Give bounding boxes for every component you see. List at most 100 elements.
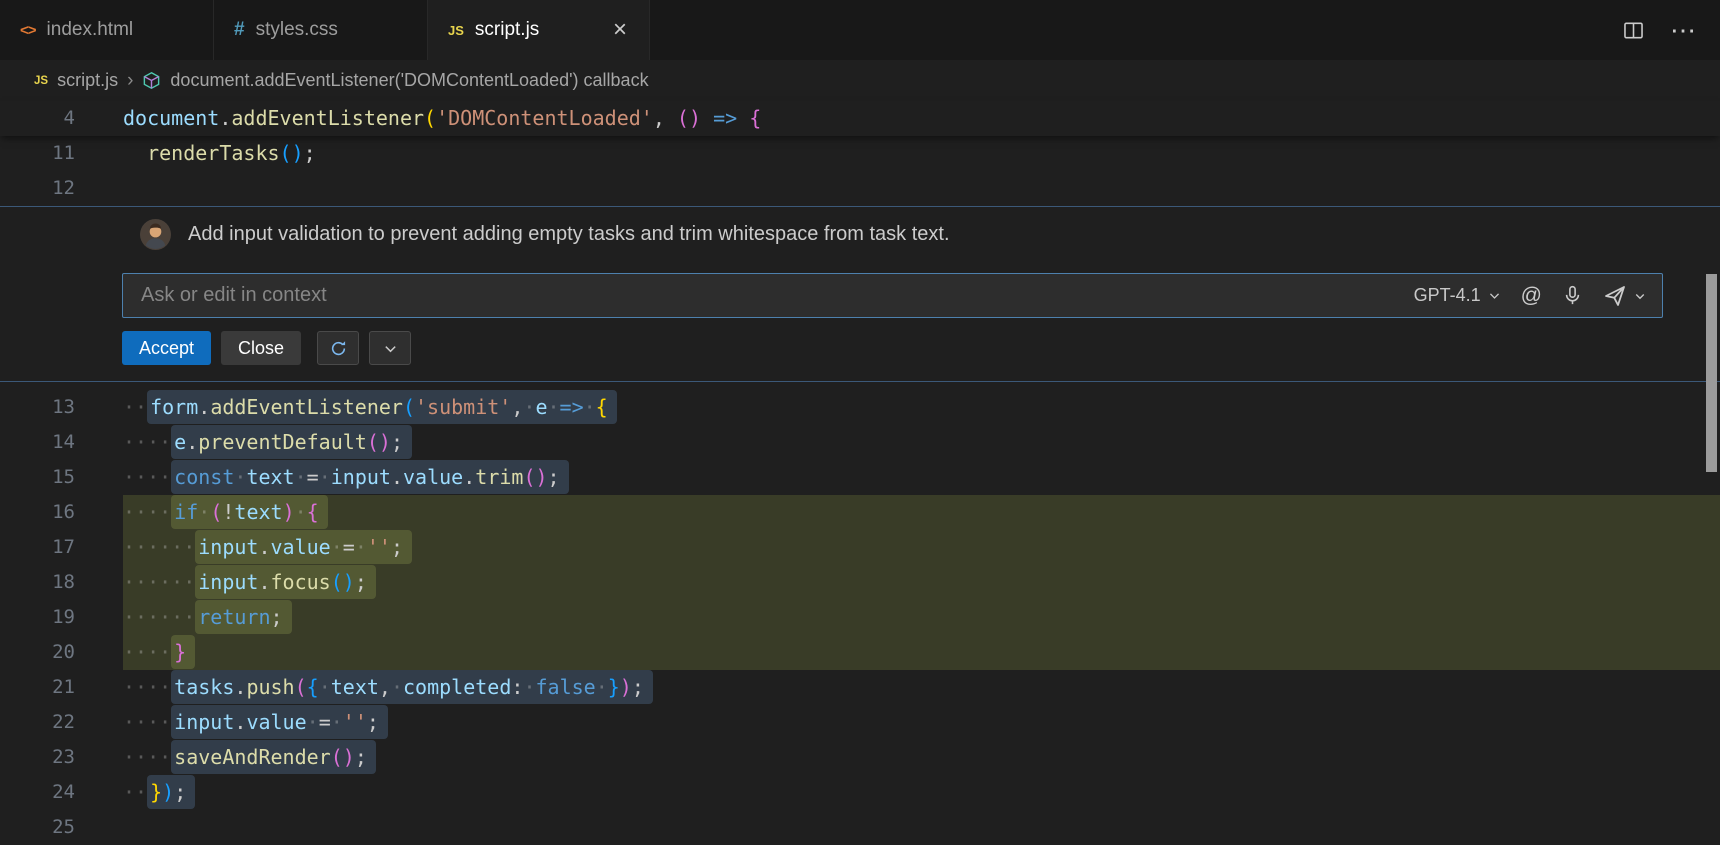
tab-label: script.js: [475, 19, 539, 41]
user-avatar: [140, 219, 171, 250]
close-button[interactable]: Close: [221, 331, 301, 365]
code-line-4[interactable]: 4document.addEventListener('DOMContentLo…: [0, 101, 1720, 136]
code-line-text[interactable]: [123, 171, 1720, 206]
code-line-text[interactable]: document.addEventListener('DOMContentLoa…: [123, 101, 1720, 136]
line-number: 25: [0, 810, 123, 845]
code-line-15[interactable]: 15····const·text·=·input.value.trim();: [0, 460, 1720, 495]
code-line-text[interactable]: ····tasks.push({·text,·completed:·false·…: [123, 670, 1720, 705]
attach-context-button[interactable]: @: [1521, 284, 1542, 308]
split-editor-button[interactable]: [1623, 20, 1644, 41]
code-line-18[interactable]: 18······input.focus();: [0, 565, 1720, 600]
breadcrumb: JS script.js › document.addEventListener…: [0, 60, 1720, 101]
js-file-icon: JS: [448, 23, 464, 38]
close-tab-icon[interactable]: ×: [611, 18, 629, 42]
code-line-text[interactable]: ······return;: [123, 600, 1720, 635]
rerun-request-button[interactable]: [317, 331, 359, 365]
code-line-text[interactable]: ····e.preventDefault();: [123, 425, 1720, 460]
code-line-16[interactable]: 16····if·(!text)·{: [0, 495, 1720, 530]
code-line-19[interactable]: 19······return;: [0, 600, 1720, 635]
chevron-right-icon: ›: [127, 70, 133, 92]
line-number: 12: [0, 171, 123, 206]
code-line-text[interactable]: ······input.focus();: [123, 565, 1720, 600]
code-region-top: 11 renderTasks();12: [0, 136, 1720, 206]
chat-action-buttons: Accept Close: [122, 331, 1720, 365]
chevron-down-icon: [383, 341, 398, 356]
chat-input-actions: GPT-4.1 @: [1414, 284, 1646, 308]
line-number: 24: [0, 775, 123, 810]
code-line-23[interactable]: 23····saveAndRender();: [0, 740, 1720, 775]
js-file-icon: JS: [34, 75, 48, 87]
line-number: 14: [0, 425, 123, 460]
code-line-text[interactable]: ··});: [123, 775, 1720, 810]
code-line-17[interactable]: 17······input.value·=·'';: [0, 530, 1720, 565]
html-file-icon: <>: [20, 22, 36, 39]
code-line-24[interactable]: 24··});: [0, 775, 1720, 810]
tab-label: index.html: [47, 19, 134, 41]
code-line-text[interactable]: ····input.value·=·'';: [123, 705, 1720, 740]
vscode-window: <> index.html # styles.css JS script.js …: [0, 0, 1720, 831]
code-region-bottom: 13··form.addEventListener('submit',·e·=>…: [0, 382, 1720, 845]
chat-input[interactable]: [139, 283, 1400, 308]
split-editor-icon: [1623, 20, 1644, 41]
tab-label: styles.css: [256, 19, 338, 41]
breadcrumb-symbol[interactable]: document.addEventListener('DOMContentLoa…: [170, 70, 648, 91]
code-line-text[interactable]: renderTasks();: [123, 136, 1720, 171]
symbol-cube-icon: [142, 71, 161, 90]
microphone-button[interactable]: [1562, 285, 1583, 306]
code-line-14[interactable]: 14····e.preventDefault();: [0, 425, 1720, 460]
code-line-25[interactable]: 25: [0, 810, 1720, 845]
model-picker[interactable]: GPT-4.1: [1414, 285, 1501, 306]
code-line-20[interactable]: 20····}: [0, 635, 1720, 670]
line-number: 17: [0, 530, 123, 565]
toggle-changes-button[interactable]: [369, 331, 411, 365]
send-button-group: [1603, 284, 1646, 308]
accept-button[interactable]: Accept: [122, 331, 211, 365]
code-editor: 4document.addEventListener('DOMContentLo…: [0, 101, 1720, 845]
code-line-12[interactable]: 12: [0, 171, 1720, 206]
microphone-icon: [1562, 285, 1583, 306]
model-label: GPT-4.1: [1414, 285, 1481, 306]
sticky-scroll: 4document.addEventListener('DOMContentLo…: [0, 101, 1720, 136]
editor-actions: ⋯: [1623, 0, 1720, 60]
send-icon: [1603, 284, 1627, 308]
tab-index-html[interactable]: <> index.html: [0, 0, 214, 60]
line-number: 23: [0, 740, 123, 775]
code-line-text[interactable]: ··form.addEventListener('submit',·e·=>·{: [123, 390, 1720, 425]
code-line-text[interactable]: ······input.value·=·'';: [123, 530, 1720, 565]
code-line-text[interactable]: ····if·(!text)·{: [123, 495, 1720, 530]
code-line-text[interactable]: ····saveAndRender();: [123, 740, 1720, 775]
tab-styles-css[interactable]: # styles.css: [214, 0, 428, 60]
code-line-text[interactable]: ····const·text·=·input.value.trim();: [123, 460, 1720, 495]
chat-message-row: Add input validation to prevent adding e…: [0, 217, 1720, 251]
inline-chat-widget: Add input validation to prevent adding e…: [0, 206, 1720, 382]
css-file-icon: #: [234, 19, 245, 41]
code-line-text[interactable]: ····}: [123, 635, 1720, 670]
chevron-down-icon: [1634, 290, 1646, 302]
send-options-button[interactable]: [1634, 290, 1646, 302]
line-number: 15: [0, 460, 123, 495]
breadcrumb-file[interactable]: script.js: [57, 70, 118, 91]
line-number: 16: [0, 495, 123, 530]
line-number: 19: [0, 600, 123, 635]
line-number: 22: [0, 705, 123, 740]
chevron-down-icon: [1488, 289, 1501, 302]
line-number: 21: [0, 670, 123, 705]
code-line-text[interactable]: [123, 810, 1720, 845]
tab-bar: <> index.html # styles.css JS script.js …: [0, 0, 1720, 60]
line-number: 4: [0, 101, 123, 136]
tab-script-js[interactable]: JS script.js ×: [428, 0, 650, 60]
code-line-11[interactable]: 11 renderTasks();: [0, 136, 1720, 171]
line-number: 20: [0, 635, 123, 670]
line-number: 18: [0, 565, 123, 600]
code-line-13[interactable]: 13··form.addEventListener('submit',·e·=>…: [0, 390, 1720, 425]
line-number: 11: [0, 136, 123, 171]
code-line-21[interactable]: 21····tasks.push({·text,·completed:·fals…: [0, 670, 1720, 705]
retry-circular-arrow-icon: [330, 340, 347, 357]
editor-scrollbar-thumb[interactable]: [1706, 274, 1717, 472]
send-button[interactable]: [1603, 284, 1627, 308]
chat-input-box: GPT-4.1 @: [122, 273, 1663, 318]
chat-user-message: Add input validation to prevent adding e…: [188, 223, 950, 246]
code-line-22[interactable]: 22····input.value·=·'';: [0, 705, 1720, 740]
line-number: 13: [0, 390, 123, 425]
more-actions-button[interactable]: ⋯: [1670, 17, 1696, 43]
